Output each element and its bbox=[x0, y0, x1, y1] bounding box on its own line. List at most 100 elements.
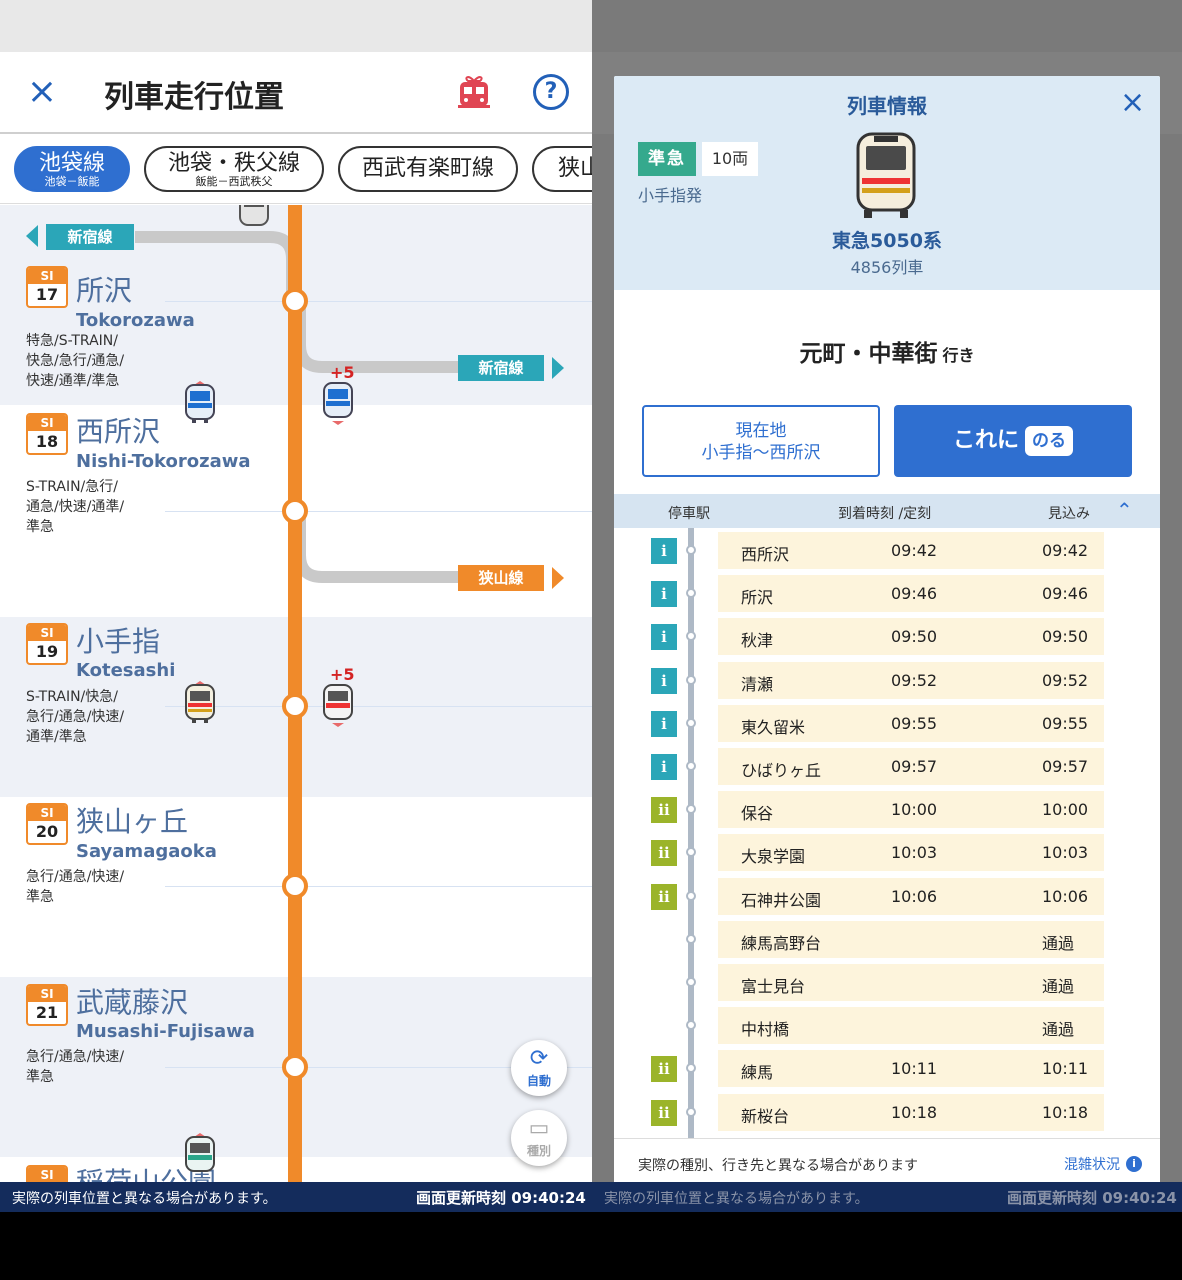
station-name-en: Nishi-Tokorozawa bbox=[76, 451, 251, 472]
station-name-jp[interactable]: 狭山ヶ丘 bbox=[76, 800, 188, 840]
close-icon[interactable]: × bbox=[22, 70, 62, 114]
station-info-icon[interactable]: ii bbox=[651, 1056, 677, 1083]
stop-expected-time: 09:52 bbox=[1042, 670, 1089, 690]
tab-yurakucho-line[interactable]: 西武有楽町線 bbox=[338, 146, 518, 192]
branch-label-shinjuku[interactable]: 新宿線 bbox=[458, 355, 544, 381]
stop-row[interactable]: i 所沢 09:46 09:46 bbox=[614, 571, 1160, 614]
train-icon-red[interactable] bbox=[322, 683, 354, 727]
ride-this-train-button[interactable]: これに のる bbox=[894, 405, 1132, 477]
station-number-badge: SI 20 bbox=[26, 803, 68, 845]
train-icon-seibu-blue[interactable] bbox=[322, 381, 354, 425]
train-series-name: 東急5050系 bbox=[832, 230, 942, 252]
stop-expected-time: 09:57 bbox=[1042, 757, 1089, 776]
help-icon[interactable]: ? bbox=[533, 74, 569, 110]
line-map[interactable]: 新宿線 新宿線 狭山線 SI 17 所沢 Tokorozawa 特急/S-TRA… bbox=[0, 205, 592, 1182]
station-dot[interactable] bbox=[282, 1054, 308, 1080]
status-footer: 実際の列車位置と異なる場合があります。 画面更新時刻 09:40:24 実際の列… bbox=[0, 1182, 1182, 1212]
stop-arrival-time: 10:11 bbox=[891, 1059, 938, 1079]
stop-arrival-time: 10:00 bbox=[891, 800, 938, 820]
destination-suffix: 行き bbox=[942, 346, 975, 365]
station-name-jp[interactable]: 武蔵藤沢 bbox=[76, 981, 188, 1021]
col-station: 停車駅 bbox=[668, 506, 710, 522]
position-notice: 実際の列車位置と異なる場合があります。 bbox=[12, 1191, 277, 1207]
tab-ikebukuro-chichibu-line[interactable]: 池袋・秩父線 飯能－西武秩父 bbox=[144, 146, 324, 192]
station-dot[interactable] bbox=[282, 498, 308, 524]
stop-row[interactable]: i 秋津 09:50 09:50 bbox=[614, 614, 1160, 657]
station-info-icon[interactable]: ii bbox=[651, 797, 677, 824]
train-number: 4856列車 bbox=[850, 258, 924, 277]
col-expected: 見込み bbox=[1048, 506, 1090, 522]
arrow-left-icon bbox=[26, 225, 38, 247]
refresh-icon: ⟳ bbox=[529, 1046, 549, 1071]
station-info-icon[interactable]: i bbox=[651, 581, 677, 608]
info-icon[interactable]: i bbox=[1126, 1156, 1142, 1172]
stop-station-name: 秋津 bbox=[741, 631, 774, 651]
crowd-status-link[interactable]: 混雑状況 bbox=[1064, 1154, 1120, 1174]
stop-row[interactable]: ii 大泉学園 10:03 10:03 bbox=[614, 830, 1160, 873]
stop-row[interactable]: i 西所沢 09:42 09:42 bbox=[614, 528, 1160, 571]
stop-row[interactable]: ii 新桜台 10:18 10:18 bbox=[614, 1090, 1160, 1133]
station-number-badge: SI 17 bbox=[26, 266, 68, 308]
stop-row[interactable]: 富士見台 通過 bbox=[614, 960, 1160, 1003]
tab-label: 狭山 bbox=[558, 156, 592, 181]
station-name-en: Kotesashi bbox=[76, 660, 176, 681]
train-icon-tokyu-5050[interactable] bbox=[184, 681, 216, 725]
station-line-code: SI bbox=[28, 268, 66, 284]
branch-label-shinjuku[interactable]: 新宿線 bbox=[46, 224, 134, 250]
stop-dot bbox=[686, 631, 696, 642]
close-icon[interactable]: × bbox=[1120, 86, 1145, 120]
stop-expected-time: 10:11 bbox=[1042, 1059, 1089, 1079]
train-icon[interactable] bbox=[184, 1133, 216, 1177]
collapse-chevron-icon[interactable]: ⌃ bbox=[1116, 498, 1133, 522]
station-info-icon[interactable]: ii bbox=[651, 840, 677, 867]
tab-sayama-line[interactable]: 狭山 bbox=[532, 146, 592, 192]
stop-dot bbox=[686, 890, 696, 901]
station-dot[interactable] bbox=[282, 288, 308, 314]
stop-station-name: 富士見台 bbox=[741, 977, 806, 996]
stop-row[interactable]: i 清瀬 09:52 09:52 bbox=[614, 658, 1160, 701]
stop-expected-time: 09:55 bbox=[1042, 713, 1089, 733]
station-info-icon[interactable]: i bbox=[651, 754, 677, 780]
stop-row[interactable]: i 東久留米 09:55 09:55 bbox=[614, 701, 1160, 744]
stop-dot bbox=[686, 977, 696, 987]
train-kind-button[interactable]: ▭ 種別 bbox=[511, 1110, 567, 1166]
station-dot[interactable] bbox=[282, 873, 308, 899]
train-icon-seibu-blue[interactable] bbox=[184, 381, 216, 425]
station-info-icon[interactable]: i bbox=[651, 667, 677, 694]
disclaimer-text: 実際の種別、行き先と異なる場合があります bbox=[638, 1158, 918, 1174]
stop-row[interactable]: 中村橋 通過 bbox=[614, 1003, 1160, 1046]
station-line-code: SI bbox=[28, 1167, 66, 1182]
stop-row[interactable]: i ひばりヶ丘 09:57 09:57 bbox=[614, 744, 1160, 787]
station-train-types: 急行/通急/快速/ 準急 bbox=[26, 869, 125, 905]
current-location-button[interactable]: 現在地 小手指〜西所沢 bbox=[642, 405, 880, 477]
gift-train-icon[interactable] bbox=[454, 72, 494, 112]
stop-arrival-time: 09:50 bbox=[891, 627, 938, 647]
auto-refresh-button[interactable]: ⟳ 自動 bbox=[511, 1040, 567, 1096]
station-train-types: S-TRAIN/急行/ 通急/快速/通準/ 準急 bbox=[26, 479, 125, 535]
stop-row[interactable]: ii 保谷 10:00 10:00 bbox=[614, 787, 1160, 830]
stop-row[interactable]: 練馬高野台 通過 bbox=[614, 917, 1160, 960]
train-icon[interactable] bbox=[238, 205, 270, 233]
stop-row[interactable]: ii 練馬 10:11 10:11 bbox=[614, 1046, 1160, 1089]
station-info-icon[interactable]: i bbox=[651, 710, 677, 737]
station-info-icon[interactable]: ii bbox=[651, 883, 677, 910]
station-name-jp[interactable]: 西所沢 bbox=[76, 410, 160, 450]
stop-row[interactable]: ii 石神井公園 10:06 10:06 bbox=[614, 874, 1160, 917]
station-info-icon[interactable]: ii bbox=[651, 1099, 677, 1126]
update-time: 画面更新時刻 09:40:24 bbox=[416, 1189, 586, 1207]
station-name-jp[interactable]: 小手指 bbox=[76, 620, 160, 660]
station-name-jp[interactable]: 所沢 bbox=[76, 269, 132, 309]
tab-sublabel: 池袋－飯能 bbox=[44, 175, 100, 188]
car-count: 10両 bbox=[702, 142, 758, 176]
station-name-en: Tokorozawa bbox=[76, 310, 195, 331]
stop-list[interactable]: i 西所沢 09:42 09:42 i 所沢 09:46 09:46 i 秋津 09:50 09:50… bbox=[614, 528, 1160, 1138]
tab-ikebukuro-line[interactable]: 池袋線 池袋－飯能 bbox=[14, 146, 130, 192]
train-illustration-icon bbox=[856, 132, 916, 218]
screen: × 列車走行位置 ? 池袋線 池袋－飯能 池袋・秩父線 飯能－西武秩父 西武有楽… bbox=[0, 0, 1182, 1280]
station-info-icon[interactable]: i bbox=[651, 624, 677, 651]
station-number-badge: SI 19 bbox=[26, 623, 68, 665]
station-info-icon[interactable]: i bbox=[651, 538, 677, 564]
station-dot[interactable] bbox=[282, 693, 308, 719]
branch-label-sayama[interactable]: 狭山線 bbox=[458, 565, 544, 591]
stop-dot bbox=[686, 1020, 696, 1031]
